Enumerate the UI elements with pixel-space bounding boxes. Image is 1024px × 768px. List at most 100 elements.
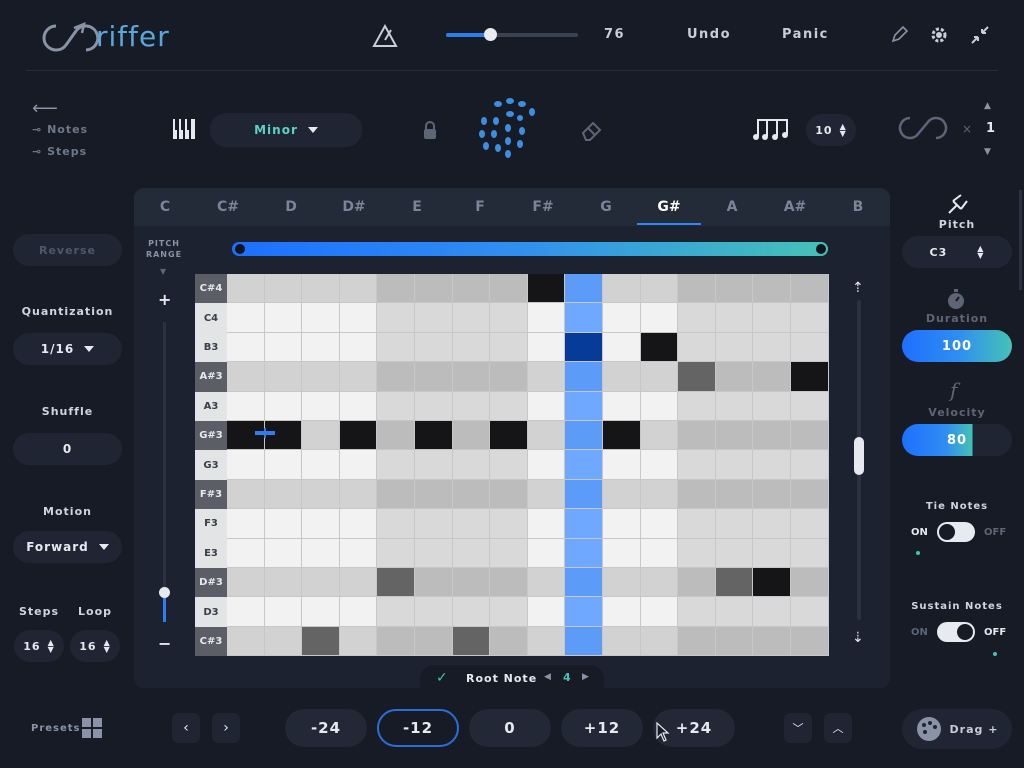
key-tab-f-sharp[interactable]: F# [523,199,563,215]
grid-cell[interactable] [227,479,265,510]
grid-cell[interactable] [490,509,528,539]
grid-cell[interactable] [490,626,528,657]
grid-cell[interactable] [678,274,716,304]
grid-cell[interactable] [791,568,829,598]
grid-cell[interactable] [603,303,641,333]
grid-cell[interactable] [753,332,791,363]
grid-cell[interactable] [527,362,566,392]
grid-cell[interactable] [791,509,829,539]
grid-cell[interactable] [603,568,641,598]
grid-cell[interactable] [565,538,603,568]
grid-cell[interactable] [603,479,641,510]
grid-cell[interactable] [339,626,378,657]
lock-icon[interactable] [422,120,438,140]
grid-cell[interactable] [715,450,754,480]
transpose-button-0[interactable]: 0 [469,709,551,747]
grid-cell[interactable] [339,332,378,363]
panic-button[interactable]: Panic [782,27,829,42]
grid-cell[interactable] [715,509,754,539]
grid-cell[interactable] [452,450,491,480]
prev-preset-button[interactable]: ‹ [172,713,200,743]
grid-note[interactable] [264,421,303,451]
grid-cell[interactable] [527,509,566,539]
grid-cell[interactable] [753,626,791,657]
grid-note[interactable] [339,421,378,451]
duration-bar[interactable]: 100 [902,330,1012,362]
chevron-right-icon[interactable]: ▶ [582,672,589,682]
transpose-button-plus12[interactable]: +12 [561,709,643,747]
grid-cell[interactable] [302,303,340,333]
zoom-in-icon[interactable]: + [158,290,171,309]
grid-cell[interactable] [715,362,754,392]
grid-cell[interactable] [791,303,829,333]
grid-cell[interactable] [565,362,603,392]
grid-cell[interactable] [377,626,415,657]
grid-cell[interactable] [678,568,716,598]
grid-cell[interactable] [603,391,641,421]
grid-cell[interactable] [640,568,679,598]
decrement-arrow-icon[interactable]: ▼ [984,147,991,157]
transpose-button-minus24[interactable]: -24 [285,709,367,747]
grid-cell[interactable] [527,332,566,363]
grid-cell[interactable] [791,332,829,363]
grid-cell[interactable] [264,332,303,363]
note-grid[interactable]: C#4 C4 B3 A#3 A3 G#3 G3 F#3 F3 E3 D#3 D3 C#3 [195,274,829,657]
eraser-icon[interactable] [580,118,604,142]
grid-cell[interactable] [715,626,754,657]
grid-cell[interactable] [640,362,679,392]
grid-cell[interactable] [377,538,415,568]
grid-cell[interactable] [603,332,641,363]
grid-cell[interactable] [377,421,415,451]
grid-cell[interactable] [715,303,754,333]
scroll-up-icon[interactable]: ⇡ [852,280,864,296]
grid-cell[interactable] [753,421,791,451]
grid-cell[interactable] [264,509,303,539]
grid-cell[interactable] [791,391,829,421]
shuffle-input[interactable]: 0 [13,433,122,465]
key-tab-b[interactable]: B [838,199,878,215]
grid-cell[interactable] [377,450,415,480]
grid-cell[interactable] [264,538,303,568]
loop-icon[interactable] [896,114,950,142]
grid-cell[interactable] [603,362,641,392]
grid-cell[interactable] [715,479,754,510]
collapse-icon[interactable] [970,25,990,45]
transpose-button-minus12[interactable]: -12 [377,709,459,747]
grid-cell[interactable] [227,362,265,392]
grid-cell[interactable] [527,597,566,627]
grid-cell[interactable] [452,597,491,627]
grid-cell[interactable] [227,391,265,421]
grid-cell[interactable] [791,450,829,480]
grid-cell[interactable] [302,597,340,627]
grid-cell[interactable] [415,332,453,363]
grid-note[interactable] [565,332,603,363]
grid-cell[interactable] [452,568,491,598]
zoom-slider-knob[interactable] [159,587,170,598]
grid-cell[interactable] [565,509,603,539]
motion-select[interactable]: Forward [13,531,122,563]
key-tab-a-sharp[interactable]: A# [775,199,815,215]
grid-cell[interactable] [791,597,829,627]
grid-cell[interactable] [377,332,415,363]
key-tab-d-sharp[interactable]: D# [334,199,374,215]
grid-cell[interactable] [715,391,754,421]
key-tab-a[interactable]: A [712,199,752,215]
grid-cell[interactable] [452,538,491,568]
grid-cell[interactable] [678,421,716,451]
grid-cell[interactable] [452,479,491,510]
grid-cell[interactable] [452,362,491,392]
grid-cell[interactable] [640,303,679,333]
grid-cell[interactable] [715,421,754,451]
metronome-icon[interactable] [372,24,398,48]
grid-cell[interactable] [227,568,265,598]
grid-cell[interactable] [302,450,340,480]
grid-cell[interactable] [415,568,453,598]
tie-notes-toggle[interactable] [937,522,975,542]
grid-cell[interactable] [452,509,491,539]
grid-cell[interactable] [715,597,754,627]
grid-cell[interactable] [302,332,340,363]
scale-select[interactable]: Minor [210,113,362,147]
piano-keys-icon[interactable] [172,118,196,140]
grid-cell[interactable] [640,421,679,451]
grid-cell[interactable] [264,303,303,333]
